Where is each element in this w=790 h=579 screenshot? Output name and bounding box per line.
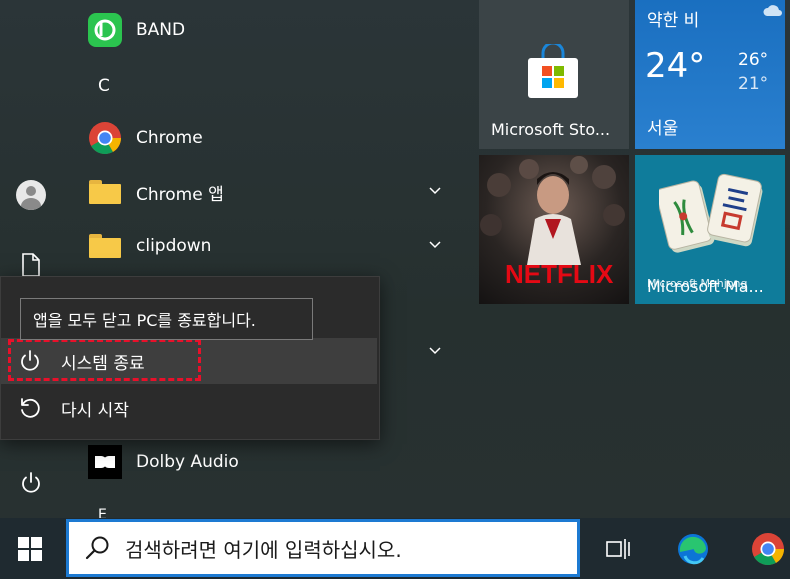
task-view-icon [606, 538, 630, 559]
power-icon [21, 350, 39, 371]
weather-city: 서울 [647, 119, 679, 139]
weather-temp: 24° [645, 46, 706, 86]
app-label: clipdown [136, 236, 212, 256]
chrome-icon [88, 121, 122, 155]
edge-taskbar-button[interactable] [667, 518, 719, 579]
rain-icon [763, 5, 782, 16]
app-label: BAND [136, 20, 186, 40]
restart-icon [21, 398, 40, 418]
weather-condition: 약한 비 [647, 11, 700, 31]
tile-label: Microsoft Sto... [491, 120, 611, 139]
app-item-band[interactable]: BAND [82, 8, 454, 52]
tile-label: Microsoft Ma... [647, 277, 764, 296]
search-placeholder: 검색하려면 여기에 입력하십시오. [125, 537, 402, 562]
mahjong-tiles-icon [659, 173, 763, 253]
dolby-icon [88, 445, 122, 479]
section-letter-c[interactable]: C [98, 76, 110, 96]
chevron-down-icon[interactable] [428, 238, 442, 252]
app-item-chrome-apps[interactable]: Chrome 앱 [82, 170, 454, 214]
windows-start-button[interactable] [0, 518, 60, 579]
user-avatar-icon[interactable] [16, 180, 46, 210]
app-item-chrome[interactable]: Chrome [82, 116, 454, 160]
windows-logo-icon [18, 536, 42, 561]
folder-icon [88, 229, 122, 263]
shutdown-label: 시스템 종료 [61, 353, 145, 374]
chrome-icon [752, 532, 785, 565]
shutdown-menu-item[interactable]: 시스템 종료 [1, 338, 377, 384]
weather-high: 26° [738, 50, 769, 70]
app-label: Dolby Audio [136, 452, 239, 472]
netflix-poster-icon [480, 156, 625, 265]
app-item-dolby-audio[interactable]: Dolby Audio [82, 440, 454, 484]
tile-microsoft-store[interactable]: Microsoft Sto... [479, 0, 629, 149]
netflix-logo: NETFLIX [505, 259, 614, 289]
section-letter-e[interactable]: E [98, 507, 107, 518]
tile-microsoft-mahjong[interactable]: Microsoft Mahjong Microsoft Ma... [635, 155, 785, 304]
task-view-button[interactable] [591, 518, 643, 579]
weather-low: 21° [738, 74, 769, 94]
tile-weather[interactable]: 약한 비 24° 26° 21° 서울 [635, 0, 785, 149]
power-icon[interactable] [14, 466, 48, 500]
folder-icon [88, 175, 122, 209]
restart-menu-item[interactable]: 다시 시작 [1, 385, 377, 431]
tile-netflix[interactable]: NETFLIX [479, 155, 629, 304]
shutdown-tooltip: 앱을 모두 닫고 PC를 종료합니다. [20, 298, 313, 340]
restart-label: 다시 시작 [61, 400, 129, 421]
search-icon [85, 536, 109, 560]
chevron-down-icon[interactable] [428, 344, 442, 358]
edge-icon [678, 533, 708, 564]
chevron-down-icon[interactable] [428, 184, 442, 198]
band-icon [88, 13, 122, 47]
taskbar-search-box[interactable]: 검색하려면 여기에 입력하십시오. [66, 519, 580, 577]
chrome-taskbar-button[interactable] [742, 518, 790, 579]
store-bag-icon [528, 44, 578, 98]
app-label: Chrome 앱 [136, 184, 224, 205]
app-item-clipdown[interactable]: clipdown [82, 224, 454, 268]
app-label: Chrome [136, 128, 203, 148]
